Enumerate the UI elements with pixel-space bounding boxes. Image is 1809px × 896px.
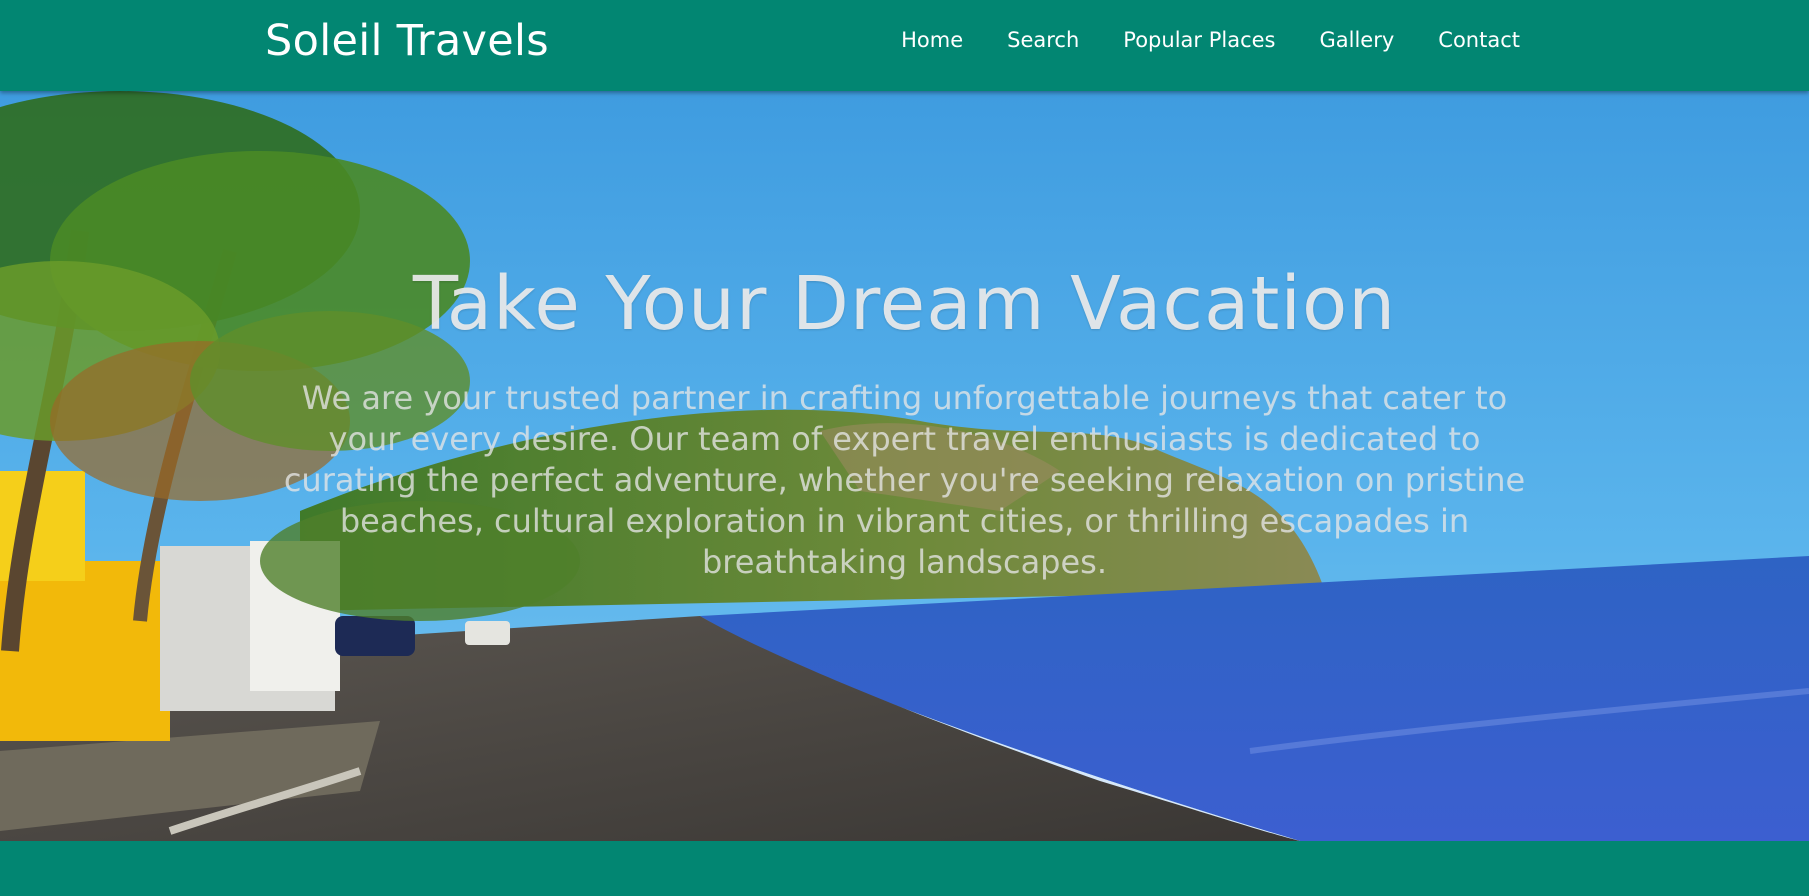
nav-item-home: Home bbox=[901, 28, 963, 52]
nav-link-gallery[interactable]: Gallery bbox=[1320, 28, 1395, 52]
nav-item-popular-places: Popular Places bbox=[1123, 28, 1275, 52]
nav-item-search: Search bbox=[1007, 28, 1079, 52]
top-navbar: Soleil Travels Home Search Popular Place… bbox=[0, 0, 1809, 91]
nav-link-popular-places[interactable]: Popular Places bbox=[1123, 28, 1275, 52]
nav-link-home[interactable]: Home bbox=[901, 28, 963, 52]
hero-section: Take Your Dream Vacation We are your tru… bbox=[0, 91, 1809, 841]
footer-band bbox=[0, 841, 1809, 896]
hero-title: Take Your Dream Vacation bbox=[412, 261, 1397, 347]
nav-menu: Home Search Popular Places Gallery Conta… bbox=[901, 28, 1520, 52]
hero-description: We are your trusted partner in crafting … bbox=[283, 379, 1526, 581]
nav-link-search[interactable]: Search bbox=[1007, 28, 1079, 52]
nav-item-gallery: Gallery bbox=[1320, 28, 1395, 52]
nav-item-contact: Contact bbox=[1438, 28, 1520, 52]
nav-link-contact[interactable]: Contact bbox=[1438, 28, 1520, 52]
brand-logo[interactable]: Soleil Travels bbox=[265, 16, 549, 66]
hero-overlay: Take Your Dream Vacation We are your tru… bbox=[0, 91, 1809, 841]
